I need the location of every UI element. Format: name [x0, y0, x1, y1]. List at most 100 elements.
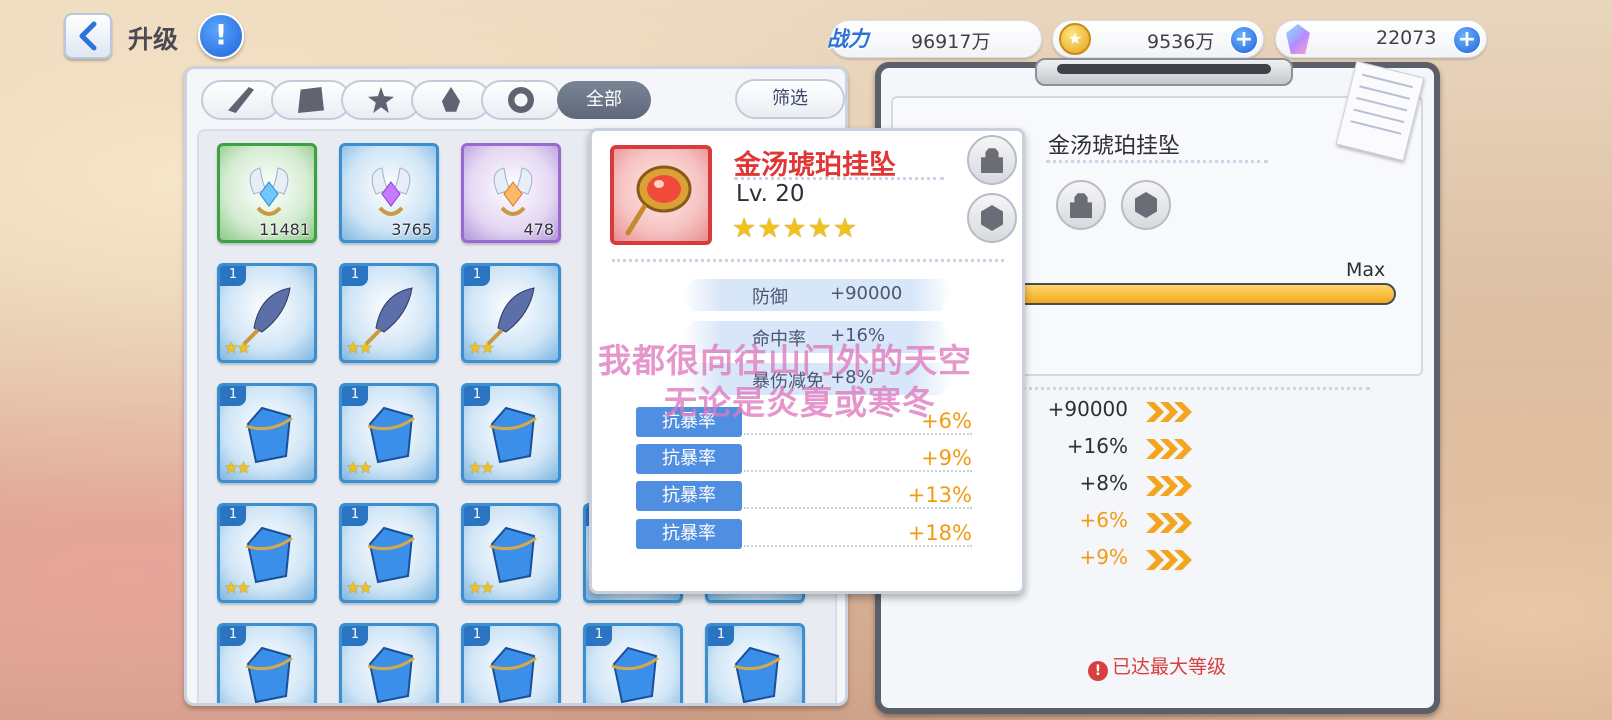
crystal-equipment-item[interactable]: 1 [339, 623, 439, 703]
crystal-equipment-item[interactable]: 1 ★★ [461, 383, 561, 483]
add-gem-button[interactable]: + [1452, 25, 1482, 55]
crystal-equipment-item[interactable]: 1 ★★ [461, 503, 561, 603]
sub-stat-label: 抗暴率 [636, 519, 742, 549]
item-level: 1 [342, 506, 368, 526]
item-stars: ★★ [468, 578, 495, 597]
tab-all[interactable]: 全部 [557, 81, 651, 119]
page-title: 升级 [128, 25, 179, 54]
level-progress-bar [1010, 283, 1396, 305]
detail-stat-value: +9% [1079, 545, 1129, 569]
item-level: 1 [220, 266, 246, 286]
lock-icon [981, 148, 1003, 173]
detail-dismantle-button[interactable] [1121, 180, 1171, 230]
crystal-equipment-item[interactable]: 1 ★★ [217, 383, 317, 483]
feather-equipment-item[interactable]: 1 ★★ [217, 263, 317, 363]
item-stars: ★★ [468, 458, 495, 477]
warning-icon: ! [1088, 661, 1108, 681]
lock-button[interactable] [967, 135, 1017, 185]
wing-crystal-icon [240, 164, 298, 226]
tab-ring[interactable] [481, 80, 561, 120]
detail-stat-value: +16% [1066, 434, 1128, 458]
item-level: 1 [464, 386, 490, 406]
upgrade-material-item[interactable]: 11481 [217, 143, 317, 243]
arrow-right-icon [1146, 439, 1198, 459]
max-level-notice: ! 已达最大等级 [1088, 652, 1226, 681]
detail-lock-button[interactable] [1056, 180, 1106, 230]
main-stat-label: 防御 [752, 287, 788, 308]
item-level: 1 [220, 386, 246, 406]
upgrade-material-item[interactable]: 478 [461, 143, 561, 243]
crystal-equipment-item[interactable]: 1 ★★ [217, 503, 317, 603]
item-count: 11481 [259, 220, 310, 239]
feather-equipment-item[interactable]: 1 ★★ [339, 263, 439, 363]
gem-icon [1286, 24, 1310, 54]
item-stars: ★★ [346, 578, 373, 597]
item-level: 1 [464, 626, 490, 646]
sub-stat-row: 抗暴率 +18% [636, 519, 972, 549]
crystal-equipment-item[interactable]: 1 ★★ [339, 383, 439, 483]
ring-icon [508, 87, 534, 113]
tab-star[interactable] [341, 80, 421, 120]
sub-stat-row: 抗暴率 +13% [636, 481, 972, 511]
tab-square[interactable] [271, 80, 351, 120]
feather-equipment-item[interactable]: 1 ★★ [461, 263, 561, 363]
blue-crystal-icon [362, 524, 420, 586]
item-stars: ★★ [224, 458, 251, 477]
blue-crystal-icon [362, 644, 420, 703]
divider [1010, 387, 1370, 390]
divider [744, 470, 972, 472]
tab-feather[interactable] [201, 80, 281, 120]
item-level: 1 [220, 506, 246, 526]
gem-value: 22073 [1376, 27, 1437, 49]
detail-stat-value: +8% [1079, 471, 1129, 495]
item-level: 1 [342, 386, 368, 406]
item-level: 1 [708, 626, 734, 646]
item-level: 1 [464, 506, 490, 526]
detail-item-name: 金汤琥珀挂坠 [1048, 134, 1181, 159]
upgrade-material-item[interactable]: 3765 [339, 143, 439, 243]
crystal-equipment-item[interactable]: 1 [583, 623, 683, 703]
tab-drop[interactable] [411, 80, 491, 120]
filter-button[interactable]: 筛选 [735, 79, 845, 119]
divider [612, 259, 1004, 262]
help-button[interactable]: ! [198, 13, 244, 59]
level-progress-fill [1012, 285, 1394, 303]
gold-display: ★ 9536万 + [1052, 20, 1264, 58]
sub-stat-value: +9% [921, 446, 972, 470]
blue-crystal-icon [484, 644, 542, 703]
chevron-left-icon [79, 21, 97, 51]
crystal-equipment-item[interactable]: 1 [461, 623, 561, 703]
subtitle-overlay-line-1: 我都很向往山门外的天空 [598, 341, 972, 380]
add-gold-button[interactable]: + [1229, 25, 1259, 55]
item-stars: ★★ [346, 458, 373, 477]
item-stars: ★★ [224, 338, 251, 357]
back-button[interactable] [64, 13, 112, 59]
subtitle-overlay-line-2: 无论是炎夏或寒冬 [664, 383, 936, 422]
item-level: 1 [342, 626, 368, 646]
popup-item-level: Lv. 20 [736, 181, 805, 207]
main-stat-value: +90000 [830, 283, 903, 304]
item-count: 478 [523, 220, 554, 239]
feather-icon [228, 87, 254, 113]
crystal-equipment-item[interactable]: 1 [705, 623, 805, 703]
box-icon [981, 205, 1003, 231]
blue-crystal-icon [606, 644, 664, 703]
blue-crystal-icon [240, 644, 298, 703]
main-stat-row: 防御 +90000 [682, 279, 952, 311]
gem-display: 22073 + [1275, 20, 1487, 58]
sub-stat-row: 抗暴率 +9% [636, 444, 972, 474]
square-icon [298, 87, 324, 113]
wing-crystal-icon [362, 164, 420, 226]
popup-star-rating: ★★★★★ [732, 213, 859, 244]
drop-icon [441, 87, 461, 112]
gold-value: 9536万 [1147, 31, 1215, 53]
blue-crystal-icon [362, 404, 420, 466]
item-stars: ★★ [346, 338, 373, 357]
crystal-equipment-item[interactable]: 1 [217, 623, 317, 703]
arrow-right-icon [1146, 513, 1198, 533]
blue-crystal-icon [240, 404, 298, 466]
crystal-equipment-item[interactable]: 1 ★★ [339, 503, 439, 603]
dismantle-button[interactable] [967, 193, 1017, 243]
arrow-right-icon [1146, 550, 1198, 570]
divider [1046, 160, 1268, 163]
